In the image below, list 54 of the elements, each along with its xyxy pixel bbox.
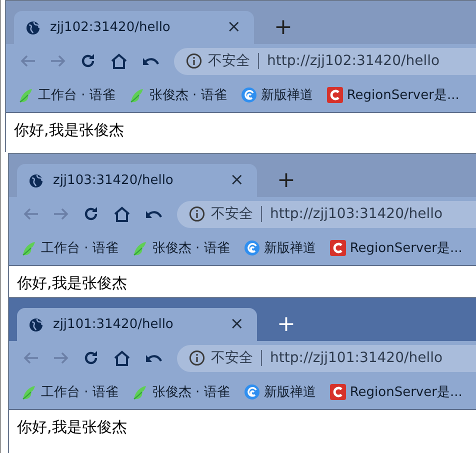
c-logo-icon	[330, 240, 346, 256]
bookmark[interactable]: RegionServer是...	[330, 383, 462, 401]
bookmark[interactable]: RegionServer是...	[330, 239, 462, 257]
security-label: 不安全	[211, 350, 262, 366]
tab-title: zjj102:31420/hello	[50, 20, 172, 35]
page-text: 你好,我是张俊杰	[17, 274, 128, 293]
page-text: 你好,我是张俊杰	[14, 121, 125, 140]
bookmark[interactable]: 新版禅道	[244, 239, 316, 257]
bookmark[interactable]: 工作台 · 语雀	[21, 239, 118, 257]
bookmark[interactable]: 新版禅道	[244, 383, 316, 401]
close-button[interactable]: ×	[226, 316, 247, 333]
bookmark[interactable]: 工作台 · 语雀	[18, 86, 116, 104]
tab-title: zjj103:31420/hello	[53, 173, 174, 188]
c-logo-icon	[326, 87, 343, 103]
url-text: http://zjj101:31420/hello	[269, 350, 443, 366]
home-icon[interactable]	[113, 350, 131, 366]
globe-icon	[29, 174, 43, 188]
close-button[interactable]: ×	[226, 172, 247, 189]
info-icon	[189, 206, 205, 222]
address-bar[interactable]: 不安全 http://zjj102:31420/hello	[174, 48, 476, 74]
home-icon[interactable]	[110, 52, 128, 70]
swirl-icon	[244, 384, 260, 400]
browser-tab[interactable]: zjj103:31420/hello ×	[17, 164, 257, 197]
security-label: 不安全	[208, 53, 259, 69]
info-icon	[186, 53, 202, 69]
new-tab-button[interactable]: +	[271, 314, 302, 336]
bookmark[interactable]: RegionServer是...	[326, 86, 460, 104]
security-label: 不安全	[211, 206, 262, 222]
reload-icon[interactable]	[83, 206, 99, 222]
page-text: 你好,我是张俊杰	[17, 418, 128, 437]
info-icon	[189, 350, 205, 366]
new-tab-button[interactable]: +	[268, 17, 298, 39]
bookmark[interactable]: 工作台 · 语雀	[21, 383, 118, 401]
globe-icon	[29, 318, 43, 332]
bookmark[interactable]: 张俊杰 · 语雀	[129, 86, 227, 104]
swirl-icon	[244, 240, 260, 256]
reload-icon[interactable]	[80, 53, 96, 69]
address-bar[interactable]: 不安全 http://zjj101:31420/hello	[177, 344, 476, 372]
home-icon[interactable]	[113, 206, 131, 222]
url-text: http://zjj103:31420/hello	[269, 206, 443, 222]
url-text: http://zjj102:31420/hello	[266, 53, 440, 69]
reload-icon[interactable]	[83, 350, 99, 366]
globe-icon	[26, 20, 40, 34]
address-bar[interactable]: 不安全 http://zjj103:31420/hello	[177, 200, 476, 228]
c-logo-icon	[330, 384, 346, 400]
browser-tab[interactable]: zjj102:31420/hello ×	[14, 11, 254, 44]
swirl-icon	[240, 87, 257, 103]
bookmark[interactable]: 新版禅道	[240, 86, 313, 104]
tab-title: zjj101:31420/hello	[53, 317, 174, 332]
new-tab-button[interactable]: +	[271, 170, 302, 192]
close-button[interactable]: ×	[224, 19, 244, 36]
browser-tab[interactable]: zjj101:31420/hello ×	[17, 308, 257, 341]
bookmark[interactable]: 张俊杰 · 语雀	[132, 239, 230, 257]
bookmark[interactable]: 张俊杰 · 语雀	[132, 383, 230, 401]
